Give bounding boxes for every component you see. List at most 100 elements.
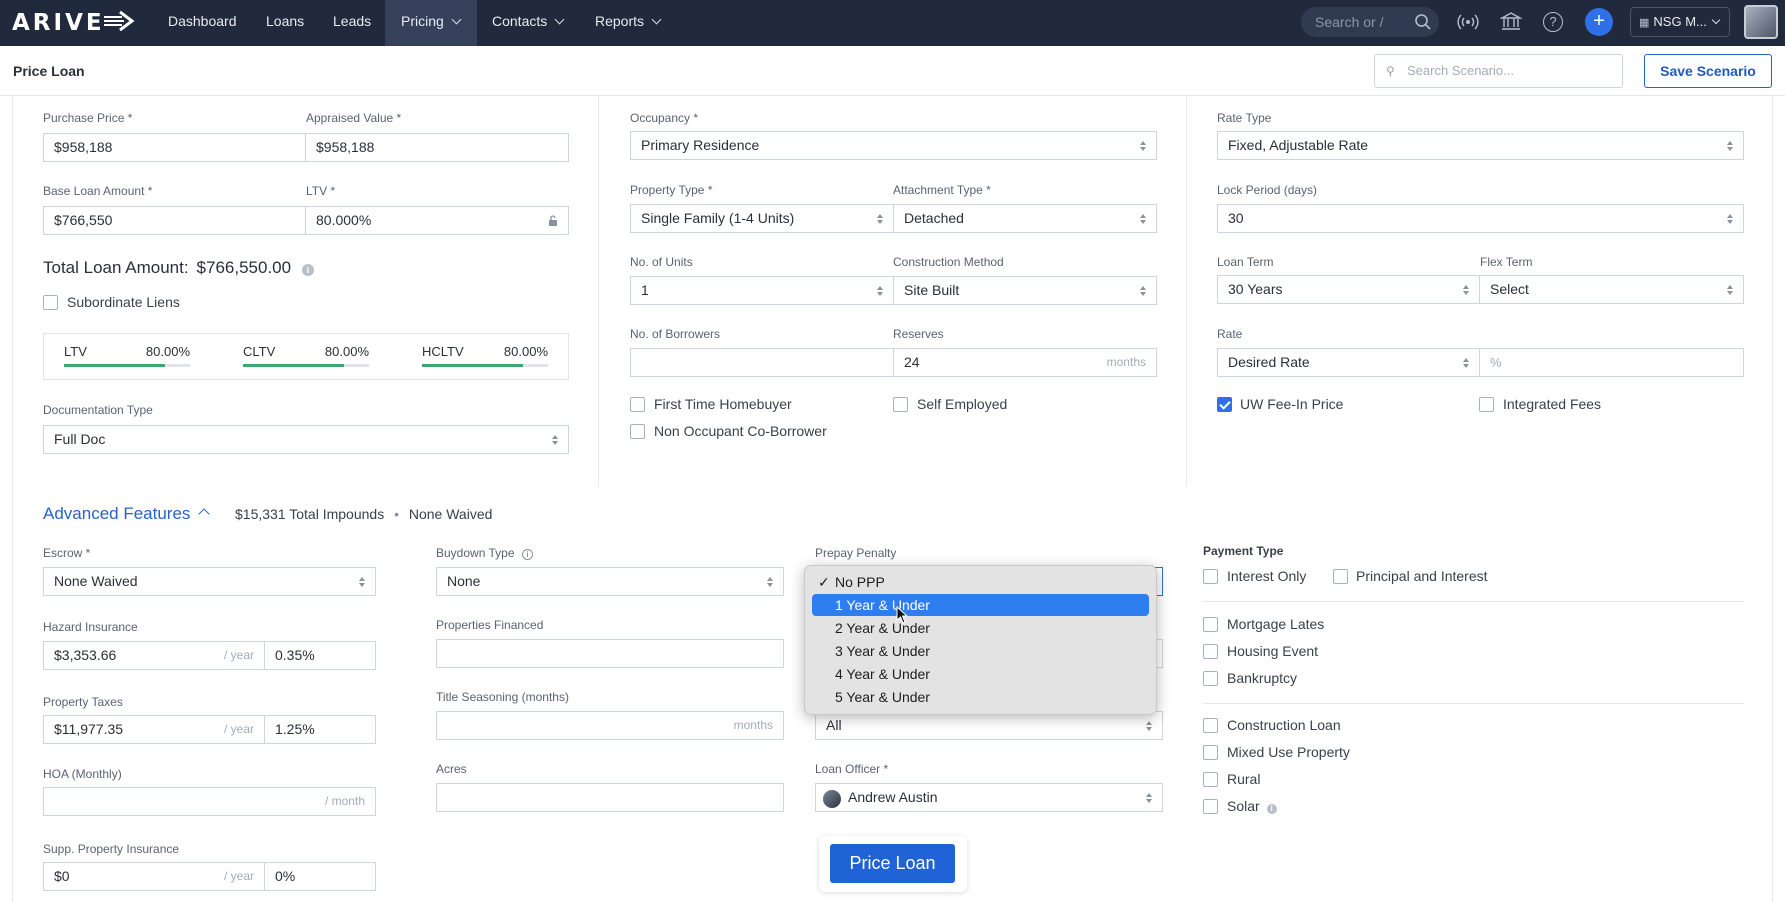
taxes-amount-input[interactable]: $11,977.35/ year: [43, 715, 265, 744]
supp-percent-input[interactable]: 0%: [264, 862, 376, 891]
reserves-input[interactable]: 24 months: [893, 348, 1157, 377]
buydown-type-select[interactable]: None: [436, 567, 784, 596]
prepay-penalty-label: Prepay Penalty: [815, 546, 897, 560]
subordinate-liens-label: Subordinate Liens: [67, 294, 180, 310]
ratio-hcltv: HCLTV 80.00%: [422, 344, 548, 370]
uw-fee-label: UW Fee-In Price: [1240, 396, 1344, 412]
interest-only-checkbox[interactable]: [1203, 569, 1218, 584]
dropdown-option-3-year[interactable]: 3 Year & Under: [812, 640, 1149, 662]
flex-term-select[interactable]: Select: [1479, 275, 1744, 304]
construction-loan-checkbox[interactable]: [1203, 718, 1218, 733]
solar-checkbox[interactable]: [1203, 799, 1218, 814]
rate-input[interactable]: %: [1479, 348, 1744, 377]
non-occupant-label: Non Occupant Co-Borrower: [654, 423, 827, 439]
chevron-down-icon: [651, 14, 662, 25]
acres-input[interactable]: [436, 783, 784, 812]
bank-icon[interactable]: [1500, 11, 1522, 31]
info-icon[interactable]: i: [301, 264, 314, 276]
lock-period-label: Lock Period (days): [1217, 183, 1318, 197]
mortgage-lates-checkbox[interactable]: [1203, 617, 1218, 632]
title-seasoning-label: Title Seasoning (months): [436, 690, 569, 704]
first-time-homebuyer-checkbox[interactable]: [630, 397, 645, 412]
interest-only-label: Interest Only: [1227, 568, 1307, 584]
integrated-fees-checkbox[interactable]: [1479, 397, 1494, 412]
bankruptcy-checkbox[interactable]: [1203, 671, 1218, 686]
principal-interest-label: Principal and Interest: [1356, 568, 1488, 584]
reserves-label: Reserves: [893, 327, 944, 341]
help-icon[interactable]: ?: [1543, 12, 1563, 32]
escrow-label: Escrow *: [43, 546, 91, 560]
solar-label: Solar i: [1227, 798, 1277, 814]
hoa-input[interactable]: / month: [43, 787, 376, 816]
user-avatar[interactable]: [1744, 5, 1778, 39]
rural-checkbox[interactable]: [1203, 772, 1218, 787]
subordinate-liens-checkbox[interactable]: [43, 295, 58, 310]
hazard-amount-input[interactable]: $3,353.66/ year: [43, 641, 265, 670]
self-employed-checkbox[interactable]: [893, 397, 908, 412]
title-seasoning-input[interactable]: months: [436, 711, 784, 740]
housing-event-checkbox[interactable]: [1203, 644, 1218, 659]
info-icon[interactable]: i: [1266, 804, 1277, 814]
scenario-search-input[interactable]: ⚲ Search Scenario...: [1374, 54, 1623, 88]
loan-officer-label: Loan Officer *: [815, 762, 889, 776]
loan-term-select[interactable]: 30 Years: [1217, 275, 1480, 304]
hazard-percent-input[interactable]: 0.35%: [264, 641, 376, 670]
nav-loans[interactable]: Loans: [250, 0, 320, 46]
property-type-select[interactable]: Single Family (1-4 Units): [630, 204, 894, 233]
taxes-percent-input[interactable]: 1.25%: [264, 715, 376, 744]
plus-icon[interactable]: +: [1585, 8, 1613, 36]
column-divider: [598, 96, 599, 486]
appraised-value-input[interactable]: $958,188: [305, 133, 569, 162]
dropdown-option-2-year[interactable]: 2 Year & Under: [812, 617, 1149, 639]
properties-financed-label: Properties Financed: [436, 618, 544, 632]
base-loan-input[interactable]: $766,550: [43, 206, 306, 235]
arive-logo[interactable]: ARIVE: [12, 10, 105, 36]
construction-method-select[interactable]: Site Built: [893, 276, 1157, 305]
borrowers-input[interactable]: [630, 348, 894, 377]
attachment-type-select[interactable]: Detached: [893, 204, 1157, 233]
uw-fee-checkbox[interactable]: [1217, 397, 1232, 412]
all-select[interactable]: All: [815, 711, 1163, 740]
units-label: No. of Units: [630, 255, 693, 269]
nav-dashboard[interactable]: Dashboard: [152, 0, 253, 46]
principal-interest-checkbox[interactable]: [1333, 569, 1348, 584]
loan-officer-select[interactable]: Andrew Austin: [815, 783, 1163, 812]
ltv-input[interactable]: 80.000%: [305, 206, 569, 235]
hoa-label: HOA (Monthly): [43, 767, 122, 781]
nav-reports[interactable]: Reports: [579, 0, 676, 46]
properties-financed-input[interactable]: [436, 639, 784, 668]
borrowers-label: No. of Borrowers: [630, 327, 721, 341]
doc-type-label: Documentation Type: [43, 403, 153, 417]
dropdown-option-5-year[interactable]: 5 Year & Under: [812, 686, 1149, 708]
mixed-use-label: Mixed Use Property: [1227, 744, 1350, 760]
dropdown-option-1-year[interactable]: 1 Year & Under: [812, 594, 1149, 616]
occupancy-select[interactable]: Primary Residence: [630, 131, 1157, 160]
escrow-select[interactable]: None Waived: [43, 567, 376, 596]
search-icon[interactable]: [1414, 13, 1432, 31]
nav-pricing[interactable]: Pricing: [385, 0, 477, 46]
mixed-use-checkbox[interactable]: [1203, 745, 1218, 760]
lock-period-select[interactable]: 30: [1217, 204, 1744, 233]
broadcast-icon[interactable]: [1457, 12, 1479, 32]
chevron-down-icon: [1711, 15, 1721, 25]
rate-type-select[interactable]: Fixed, Adjustable Rate: [1217, 131, 1744, 160]
rural-label: Rural: [1227, 771, 1261, 787]
doc-type-select[interactable]: Full Doc: [43, 425, 569, 454]
nav-contacts[interactable]: Contacts: [476, 0, 579, 46]
rate-mode-select[interactable]: Desired Rate: [1217, 348, 1480, 377]
lock-icon[interactable]: [548, 215, 558, 226]
supp-insurance-label: Supp. Property Insurance: [43, 842, 180, 856]
price-loan-button[interactable]: Price Loan: [830, 844, 955, 883]
advanced-features-toggle[interactable]: Advanced Features: [43, 504, 211, 524]
nav-leads[interactable]: Leads: [317, 0, 387, 46]
save-scenario-button[interactable]: Save Scenario: [1644, 54, 1772, 88]
section-divider: [1203, 703, 1744, 704]
units-select[interactable]: 1: [630, 276, 894, 305]
info-icon[interactable]: i: [521, 549, 533, 560]
dropdown-option-4-year[interactable]: 4 Year & Under: [812, 663, 1149, 685]
supp-amount-input[interactable]: $0/ year: [43, 862, 265, 891]
non-occupant-checkbox[interactable]: [630, 424, 645, 439]
purchase-price-input[interactable]: $958,188: [43, 133, 306, 162]
org-selector[interactable]: ▦ NSG M...: [1630, 7, 1730, 37]
dropdown-option-no-ppp[interactable]: ✓ No PPP: [812, 571, 1149, 593]
